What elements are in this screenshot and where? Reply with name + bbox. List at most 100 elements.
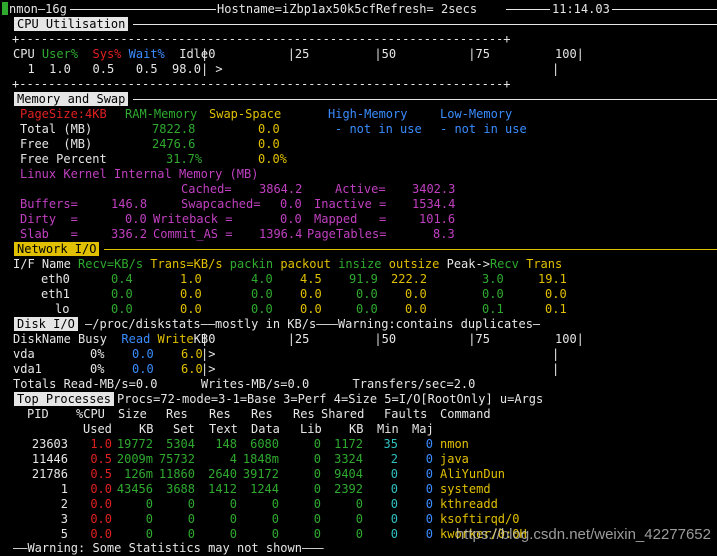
top-col-header: Command [440, 407, 491, 421]
kernel-label: Swapcached= [181, 197, 261, 211]
process-value: 0 [425, 482, 433, 496]
network-value: 0.0 [545, 287, 567, 301]
nmon-terminal[interactable]: nmon—16g Hostname=iZbp1ax50k5cfRefresh= … [0, 0, 717, 556]
kernel-label: Writeback = [153, 212, 233, 226]
process-value: 0 [313, 527, 321, 541]
cpu-section-title: CPU Utilisation [14, 17, 129, 32]
memory-col-swap: Swap-Space [209, 107, 282, 121]
process-value: 1412 [208, 482, 237, 496]
process-value: 0 [390, 527, 398, 541]
top-col-subheader: Min [377, 422, 399, 436]
disk-read: 0.0 [132, 362, 154, 376]
process-command: ksoftirqd/0 [440, 512, 520, 526]
process-value: 0 [425, 467, 433, 481]
process-command: java [440, 452, 469, 466]
top-col-header: %CPU [76, 407, 105, 421]
network-value: 0.1 [482, 302, 504, 316]
process-value: 126m [124, 467, 153, 481]
process-value: 9404 [334, 467, 363, 481]
process-value: 0 [425, 512, 433, 526]
memory-row-high: - not in use [335, 122, 422, 136]
memory-col-ram: RAM-Memory [125, 107, 198, 121]
network-value: 0.0 [356, 302, 378, 316]
process-value: 0 [425, 527, 433, 541]
disk-name: vda [13, 347, 35, 361]
process-pid: 23603 [31, 437, 68, 451]
network-value: 4.0 [251, 272, 273, 286]
kernel-value: 0.0 [280, 197, 302, 211]
process-pid: 2 [60, 497, 68, 511]
process-value: 1.0 [90, 437, 112, 451]
process-value: 1848m [242, 452, 279, 466]
watermark: https://blog.csdn.net/weixin_42277652 [455, 526, 711, 543]
terminal-cursor [2, 2, 8, 15]
kernel-memory-title: Linux Kernel Internal Memory (MB) [20, 167, 259, 181]
process-command: systemd [440, 482, 491, 496]
process-value: 0.5 [90, 467, 112, 481]
network-if-name: eth0 [41, 272, 70, 286]
process-value: 0.0 [90, 482, 112, 496]
network-value: 0.0 [180, 302, 202, 316]
memory-title-rule [133, 99, 717, 100]
kernel-label: Mapped = [314, 212, 387, 226]
kernel-value: 3864.2 [259, 182, 303, 196]
process-value: 0 [313, 482, 321, 496]
top-section-title: Top Processes [14, 392, 114, 407]
header-time: 11:14.03 [552, 2, 610, 16]
top-col-header: Res [293, 407, 315, 421]
process-command: nmon [440, 437, 469, 451]
kernel-label: Inactive = [314, 197, 387, 211]
process-value: 0 [390, 512, 398, 526]
disk-name: vda1 [13, 362, 42, 376]
process-value: 0 [271, 512, 279, 526]
network-value: 0.0 [482, 287, 504, 301]
process-value: 1244 [250, 482, 279, 496]
top-col-subheader: KB [349, 422, 364, 436]
process-value: 3324 [334, 452, 363, 466]
process-pid: 11446 [31, 452, 68, 466]
process-value: 0 [425, 452, 433, 466]
process-value: 0 [425, 437, 433, 451]
memory-section-title: Memory and Swap [14, 92, 129, 107]
kernel-value: 8.3 [433, 227, 455, 241]
network-value: 3.0 [482, 272, 504, 286]
disk-read: 0.0 [132, 347, 154, 361]
memory-row-label: Free (MB) [20, 137, 93, 151]
process-value: 0 [187, 512, 195, 526]
process-value: 0 [313, 437, 321, 451]
top-col-subheader: Used [83, 422, 112, 436]
disk-bar: |> [201, 347, 216, 361]
kernel-value: 101.6 [419, 212, 456, 226]
memory-pagesize: PageSize:4KB [20, 107, 107, 121]
process-command: kthreadd [440, 497, 498, 511]
top-col-header: Size [118, 407, 147, 421]
kernel-label: Dirty = [20, 212, 78, 226]
disk-section-title: Disk I/O [14, 317, 78, 332]
memory-row-low: - not in use [440, 122, 527, 136]
kernel-value: 1534.4 [412, 197, 456, 211]
disk-bar: |> [201, 362, 216, 376]
process-value: 0 [145, 527, 153, 541]
cpu-bar-top-border: +---------------------------------------… [12, 32, 511, 46]
memory-row-label: Free Percent [20, 152, 107, 166]
disk-totals: Totals Read-MB/s=0.0 Writes-MB/s=0.0 Tra… [13, 377, 476, 391]
process-value: 0 [229, 497, 237, 511]
process-value: 0.0 [90, 497, 112, 511]
disk-subtitle: —/proc/diskstats——mostly in KB/s———Warni… [85, 317, 541, 331]
network-value: 0.0 [405, 302, 427, 316]
disk-write: 6.0 [181, 347, 203, 361]
network-value: 0.1 [545, 302, 567, 316]
kernel-label: Slab = [20, 227, 78, 241]
network-value: 222.2 [391, 272, 428, 286]
process-value: 5304 [166, 437, 195, 451]
header-rule-end [612, 9, 717, 10]
disk-bar-right-border: | [552, 347, 560, 361]
process-value: 0.5 [90, 452, 112, 466]
process-pid: 3 [60, 512, 68, 526]
process-value: 0 [355, 497, 363, 511]
network-if-name: lo [55, 302, 70, 316]
top-col-header: PID [27, 407, 49, 421]
process-value: 0 [187, 527, 195, 541]
kernel-label: Cached= [181, 182, 232, 196]
process-value: 0.0 [90, 527, 112, 541]
